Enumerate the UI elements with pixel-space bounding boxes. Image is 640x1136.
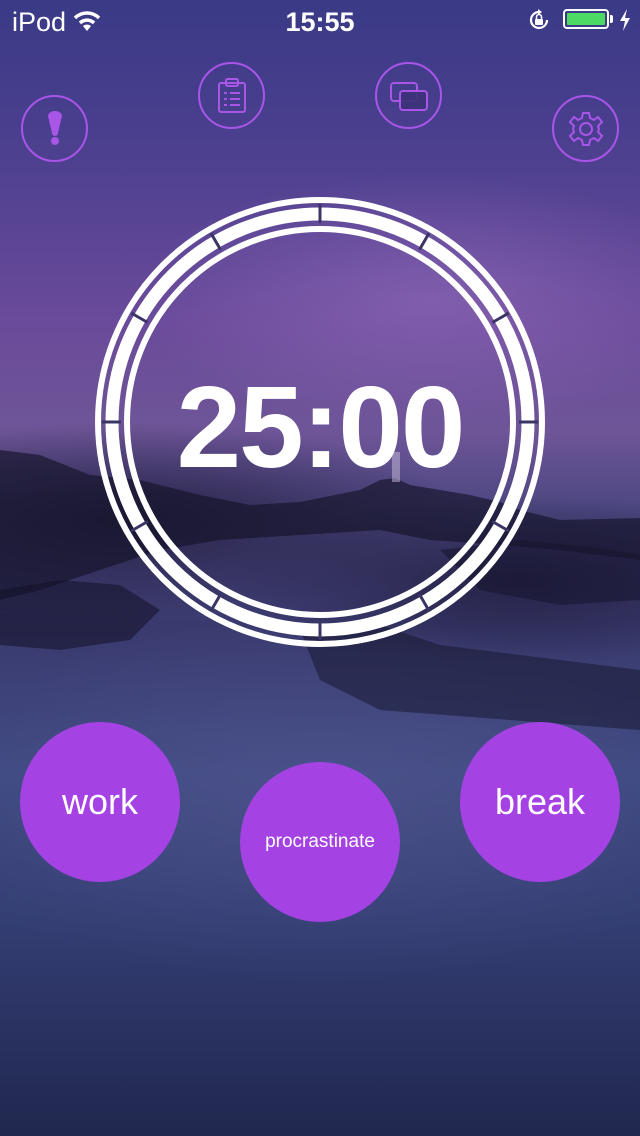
- info-button[interactable]: [21, 95, 88, 162]
- status-bar: iPod 15:55: [0, 0, 640, 40]
- gear-icon: [568, 111, 603, 146]
- battery-tip: [610, 15, 613, 23]
- procrastinate-button[interactable]: procrastinate: [240, 762, 400, 922]
- work-button[interactable]: work: [20, 722, 180, 882]
- timer-display[interactable]: 25:00: [94, 360, 546, 494]
- rotation-lock-icon: [527, 8, 551, 39]
- charging-bolt-icon: [618, 8, 632, 39]
- exclamation-icon: [47, 110, 62, 145]
- battery-icon: [563, 9, 609, 29]
- break-button[interactable]: break: [460, 722, 620, 882]
- windows-icon: [389, 81, 428, 111]
- battery-level: [567, 13, 605, 25]
- settings-button[interactable]: [552, 95, 619, 162]
- tasks-button[interactable]: [198, 62, 265, 129]
- clipboard-icon: [217, 77, 246, 113]
- windows-button[interactable]: [375, 62, 442, 129]
